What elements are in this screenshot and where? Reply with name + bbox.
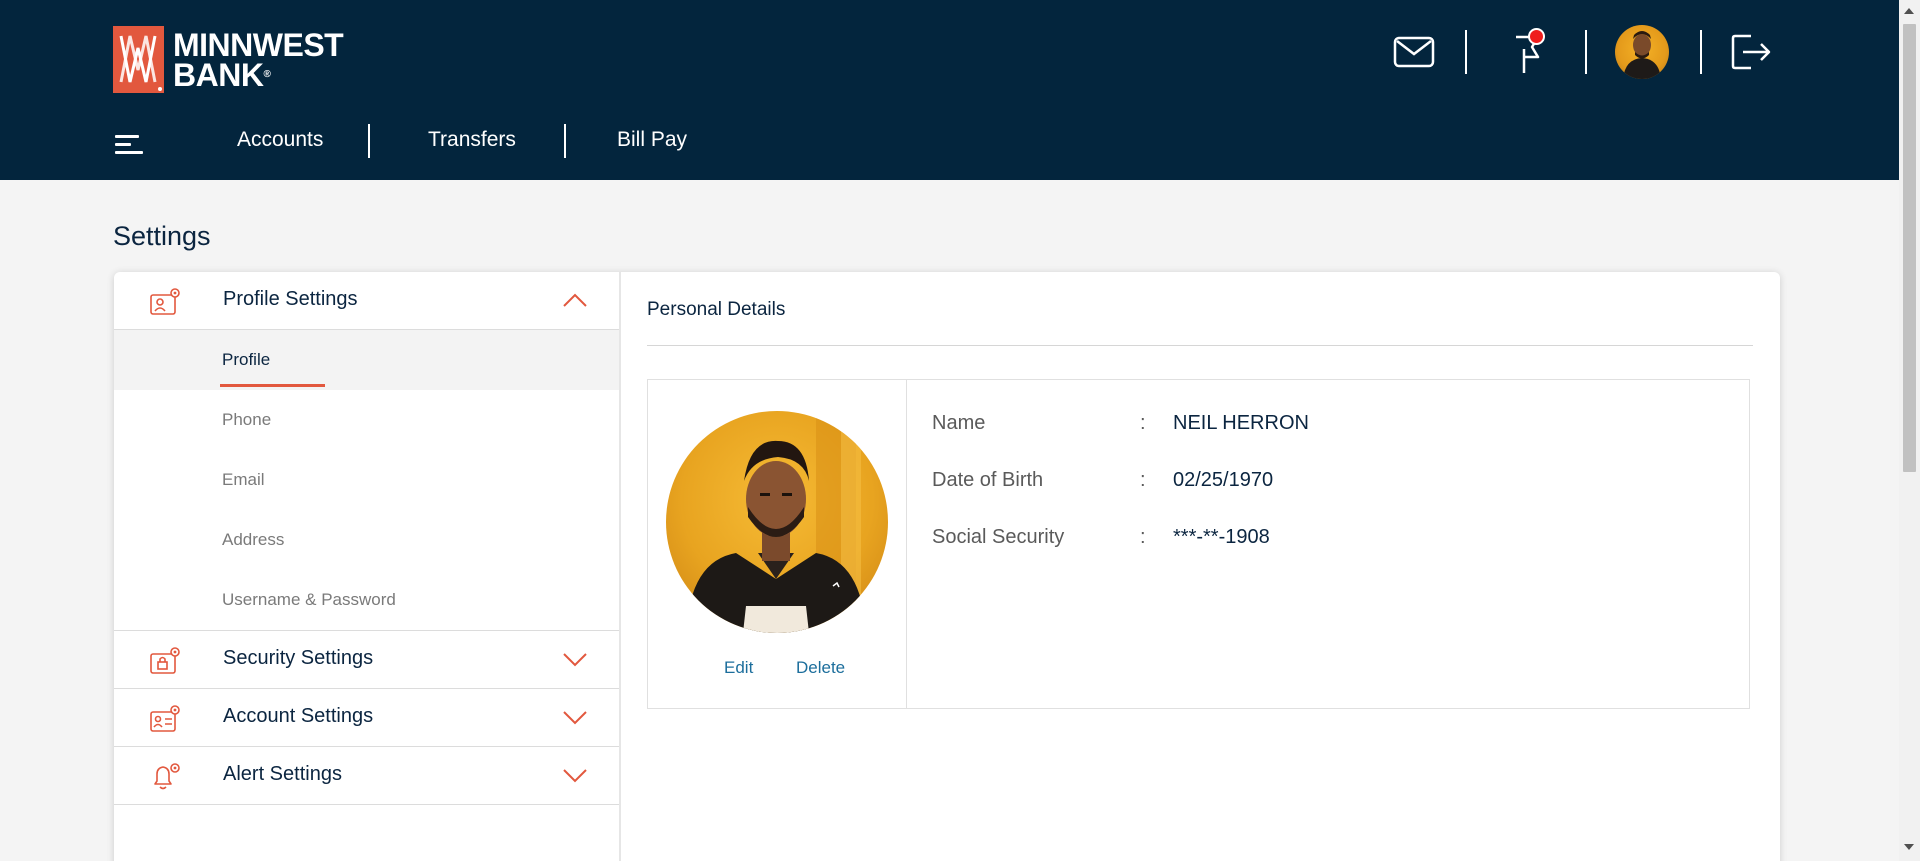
chevron-down-icon[interactable] xyxy=(562,651,588,667)
logo-line-1: MINNWEST xyxy=(173,26,344,63)
field-separator: : xyxy=(1140,412,1146,434)
logo-mark-icon xyxy=(113,26,164,93)
sidebar-item-label: Address xyxy=(222,530,285,549)
divider xyxy=(647,345,1753,346)
section-label: Account Settings xyxy=(223,705,374,727)
sidebar-item-phone[interactable]: Phone xyxy=(114,390,619,450)
section-label: Security Settings xyxy=(223,647,374,669)
notification-dot xyxy=(1528,28,1545,45)
security-settings-icon xyxy=(149,645,182,675)
section-account-settings[interactable]: Account Settings xyxy=(114,689,619,747)
scroll-thumb[interactable] xyxy=(1903,24,1916,472)
nav-bill-pay[interactable]: Bill Pay xyxy=(617,128,687,152)
field-value: ***-**-1908 xyxy=(1173,526,1270,548)
section-profile-settings[interactable]: Profile Settings xyxy=(114,272,619,330)
sidebar-item-label: Phone xyxy=(222,410,272,429)
settings-card: Profile Settings Profile Phone Email Add… xyxy=(114,272,1780,861)
field-separator: : xyxy=(1140,469,1146,491)
section-security-settings[interactable]: Security Settings xyxy=(114,631,619,689)
nav-divider xyxy=(564,124,566,158)
flag-icon[interactable] xyxy=(1498,24,1554,80)
account-settings-icon xyxy=(149,703,182,733)
chevron-down-icon[interactable] xyxy=(562,709,588,725)
delete-photo-link[interactable]: Delete xyxy=(796,658,845,678)
field-value: NEIL HERRON xyxy=(1173,412,1309,434)
section-label: Profile Settings xyxy=(223,288,358,310)
edit-photo-link[interactable]: Edit xyxy=(724,658,753,678)
field-value: 02/25/1970 xyxy=(1173,469,1274,491)
logout-icon[interactable] xyxy=(1723,24,1779,80)
sidebar-item-address[interactable]: Address xyxy=(114,510,619,570)
settings-sidebar: Profile Settings Profile Phone Email Add… xyxy=(114,272,621,861)
user-avatar[interactable] xyxy=(1614,24,1670,80)
sidebar-item-label: Username & Password xyxy=(222,590,396,609)
sidebar-item-email[interactable]: Email xyxy=(114,450,619,510)
personal-details-panel: Personal Details Edit Delete Name: NEIL… xyxy=(621,272,1780,861)
details-box: Edit Delete Name : NEIL HERRON Date of B… xyxy=(647,379,1750,709)
main-nav: Accounts Transfers Bill Pay xyxy=(0,120,800,164)
alert-settings-icon xyxy=(149,761,182,791)
mail-icon[interactable] xyxy=(1386,24,1442,80)
field-label: Date of Birth xyxy=(932,469,1044,491)
photo-column: Edit Delete xyxy=(648,380,907,708)
nav-accounts[interactable]: Accounts xyxy=(237,128,323,152)
sidebar-item-label: Email xyxy=(222,470,265,489)
top-header: MINNWEST BANK® Accounts Transfers Bill P… xyxy=(0,0,1899,180)
logo-text: MINNWEST BANK® xyxy=(173,26,344,93)
logo-line-2: BANK xyxy=(173,56,264,93)
registered-mark: ® xyxy=(263,68,271,80)
chevron-up-icon[interactable] xyxy=(562,292,588,308)
hamburger-menu-icon[interactable] xyxy=(115,131,145,157)
page-scrollbar[interactable] xyxy=(1899,0,1920,861)
scroll-down-arrow-icon[interactable] xyxy=(1904,844,1914,850)
field-label: Name xyxy=(932,412,986,434)
chevron-down-icon[interactable] xyxy=(562,767,588,783)
bank-logo[interactable]: MINNWEST BANK® xyxy=(113,26,344,93)
section-alert-settings[interactable]: Alert Settings xyxy=(114,747,619,805)
header-divider xyxy=(1700,30,1702,74)
header-divider xyxy=(1465,30,1467,74)
page-title: Settings xyxy=(113,221,211,251)
nav-transfers[interactable]: Transfers xyxy=(428,128,516,152)
nav-divider xyxy=(368,124,370,158)
active-underline xyxy=(220,384,325,387)
header-divider xyxy=(1585,30,1587,74)
profile-settings-icon xyxy=(149,286,182,316)
sidebar-item-label: Profile xyxy=(222,350,271,369)
sidebar-item-profile[interactable]: Profile xyxy=(114,330,619,390)
section-label: Alert Settings xyxy=(223,763,342,785)
panel-title: Personal Details xyxy=(647,299,786,320)
sidebar-item-username-password[interactable]: Username & Password xyxy=(114,570,619,631)
field-label: Social Security xyxy=(932,526,1065,548)
profile-photo xyxy=(666,411,888,633)
scroll-up-arrow-icon[interactable] xyxy=(1904,8,1914,14)
field-separator: : xyxy=(1140,526,1146,548)
